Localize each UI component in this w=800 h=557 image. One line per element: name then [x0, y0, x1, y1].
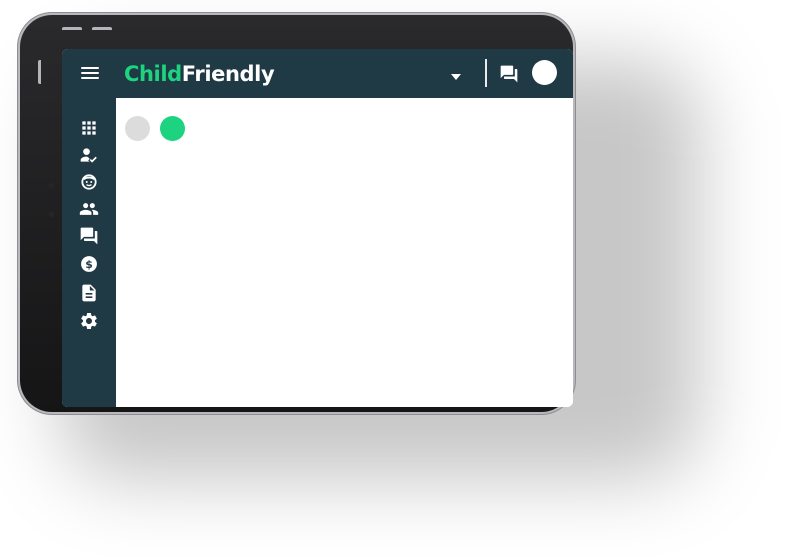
top-bar: ChildFriendly	[62, 49, 573, 98]
apps-grid-icon[interactable]	[79, 118, 99, 138]
toggle-dot-active[interactable]	[160, 116, 185, 141]
brand-logo-part-child: Child	[124, 62, 182, 86]
camera-dot	[49, 183, 54, 188]
tablet-frame: ChildFriendly $	[20, 15, 573, 412]
dollar-icon[interactable]: $	[79, 254, 99, 274]
side-button	[38, 60, 41, 84]
document-icon[interactable]	[79, 283, 99, 303]
sensor-dot	[49, 212, 54, 217]
brand-logo-part-friendly: Friendly	[181, 62, 275, 86]
caret-down-icon[interactable]	[450, 69, 462, 80]
power-button	[92, 27, 112, 30]
app-screen: ChildFriendly $	[62, 49, 573, 407]
brand-logo: ChildFriendly	[124, 61, 275, 87]
child-face-icon[interactable]	[79, 172, 99, 192]
svg-text:$: $	[85, 258, 93, 271]
settings-gear-icon[interactable]	[79, 311, 99, 331]
person-check-icon[interactable]	[79, 145, 99, 165]
volume-button	[62, 27, 82, 30]
sidebar: $	[62, 98, 116, 407]
messages-icon[interactable]	[79, 226, 99, 246]
hamburger-icon[interactable]	[81, 67, 99, 80]
chat-icon[interactable]	[499, 64, 519, 84]
header-divider	[485, 59, 487, 87]
main-content	[116, 98, 573, 407]
people-icon[interactable]	[79, 199, 99, 219]
avatar[interactable]	[532, 60, 557, 85]
toggle-dot-inactive[interactable]	[125, 116, 150, 141]
device-mockup-scene: ChildFriendly $	[0, 0, 800, 557]
